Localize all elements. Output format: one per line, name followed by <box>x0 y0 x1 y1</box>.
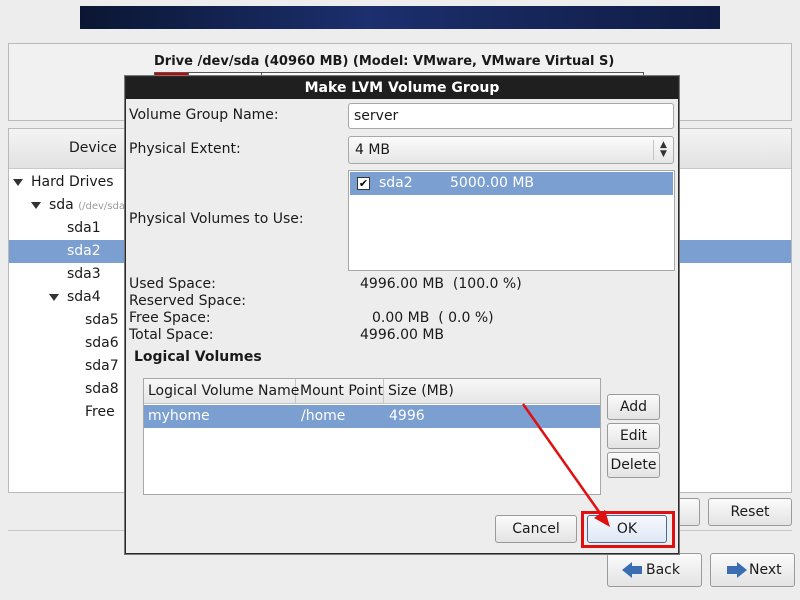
used-space-value: 4996.00 MB (100.0 %) <box>360 276 522 292</box>
physical-volumes-label: Physical Volumes to Use: <box>129 211 304 227</box>
physical-volumes-list[interactable]: ✔ sda2 5000.00 MB <box>348 170 675 271</box>
lv-col-size[interactable]: Size (MB) <box>384 379 602 404</box>
spin-arrows-icon: ▲ ▼ <box>653 140 673 160</box>
reserved-space-label: Reserved Space: <box>129 293 246 309</box>
tree-row-label: sda7 <box>85 358 119 374</box>
lv-col-mount[interactable]: Mount Point <box>296 379 384 404</box>
lv-mount-cell: /home <box>301 408 346 424</box>
pv-row-sda2[interactable]: ✔ sda2 5000.00 MB <box>350 172 673 195</box>
vg-name-label: Volume Group Name: <box>129 107 279 123</box>
tree-row-label: Free <box>85 404 115 420</box>
tree-row-label: sda5 <box>85 312 119 328</box>
reset-button[interactable]: Reset <box>708 498 792 526</box>
tree-row-label: sda2 <box>67 243 101 259</box>
lv-size-cell: 4996 <box>389 408 425 424</box>
tree-row-label: sda6 <box>85 335 119 351</box>
used-space-label: Used Space: <box>129 276 216 292</box>
back-label: Back <box>646 562 680 578</box>
add-button[interactable]: Add <box>607 394 660 420</box>
physical-extent-label: Physical Extent: <box>129 141 241 157</box>
pv-checkbox[interactable]: ✔ <box>357 177 370 190</box>
cancel-button[interactable]: Cancel <box>495 515 577 543</box>
tree-row-label: sda3 <box>67 266 101 282</box>
next-button[interactable]: Next <box>710 553 795 587</box>
dialog-title: Make LVM Volume Group <box>126 77 678 99</box>
delete-button[interactable]: Delete <box>607 452 660 478</box>
vg-name-input[interactable]: server <box>348 103 674 129</box>
pv-size: 5000.00 MB <box>450 175 535 191</box>
free-space-label: Free Space: <box>129 310 211 326</box>
drive-title: Drive /dev/sda (40960 MB) (Model: VMware… <box>154 54 615 69</box>
expander-triangle-icon[interactable] <box>31 202 41 209</box>
header-banner <box>80 6 720 29</box>
physical-extent-select[interactable]: 4 MB ▲ ▼ <box>348 136 674 164</box>
edit-button[interactable]: Edit <box>607 423 660 449</box>
ok-button[interactable]: OK <box>587 515 667 543</box>
expander-triangle-icon[interactable] <box>49 294 59 301</box>
total-space-value: 4996.00 MB <box>360 327 445 343</box>
device-column-label: Device <box>69 140 117 156</box>
logical-volumes-table[interactable]: Logical Volume Name Mount Point Size (MB… <box>143 378 601 495</box>
physical-extent-value: 4 MB <box>355 142 391 158</box>
logical-volumes-heading: Logical Volumes <box>134 349 262 365</box>
total-space-label: Total Space: <box>129 327 214 343</box>
lv-table-header: Logical Volume Name Mount Point Size (MB… <box>144 379 600 404</box>
lv-col-name[interactable]: Logical Volume Name <box>144 379 299 404</box>
tree-row-label: sda4 <box>67 289 101 305</box>
pv-name: sda2 <box>379 175 413 191</box>
tree-row-label: sda8 <box>85 381 119 397</box>
arrow-left-icon <box>622 562 642 578</box>
table-row[interactable]: myhome /home 4996 <box>144 405 600 428</box>
back-button[interactable]: Back <box>607 553 702 587</box>
lv-name-cell: myhome <box>148 408 210 424</box>
tree-row-label: Hard Drives <box>31 174 114 190</box>
free-space-value: 0.00 MB ( 0.0 %) <box>372 310 494 326</box>
expander-triangle-icon[interactable] <box>13 179 23 186</box>
tree-row-label: sda1 <box>67 220 101 236</box>
arrow-right-icon <box>727 562 747 578</box>
tree-row-label: sda <box>49 197 74 213</box>
tree-row-sublabel: (/dev/sda) <box>78 201 129 212</box>
next-label: Next <box>749 562 782 578</box>
